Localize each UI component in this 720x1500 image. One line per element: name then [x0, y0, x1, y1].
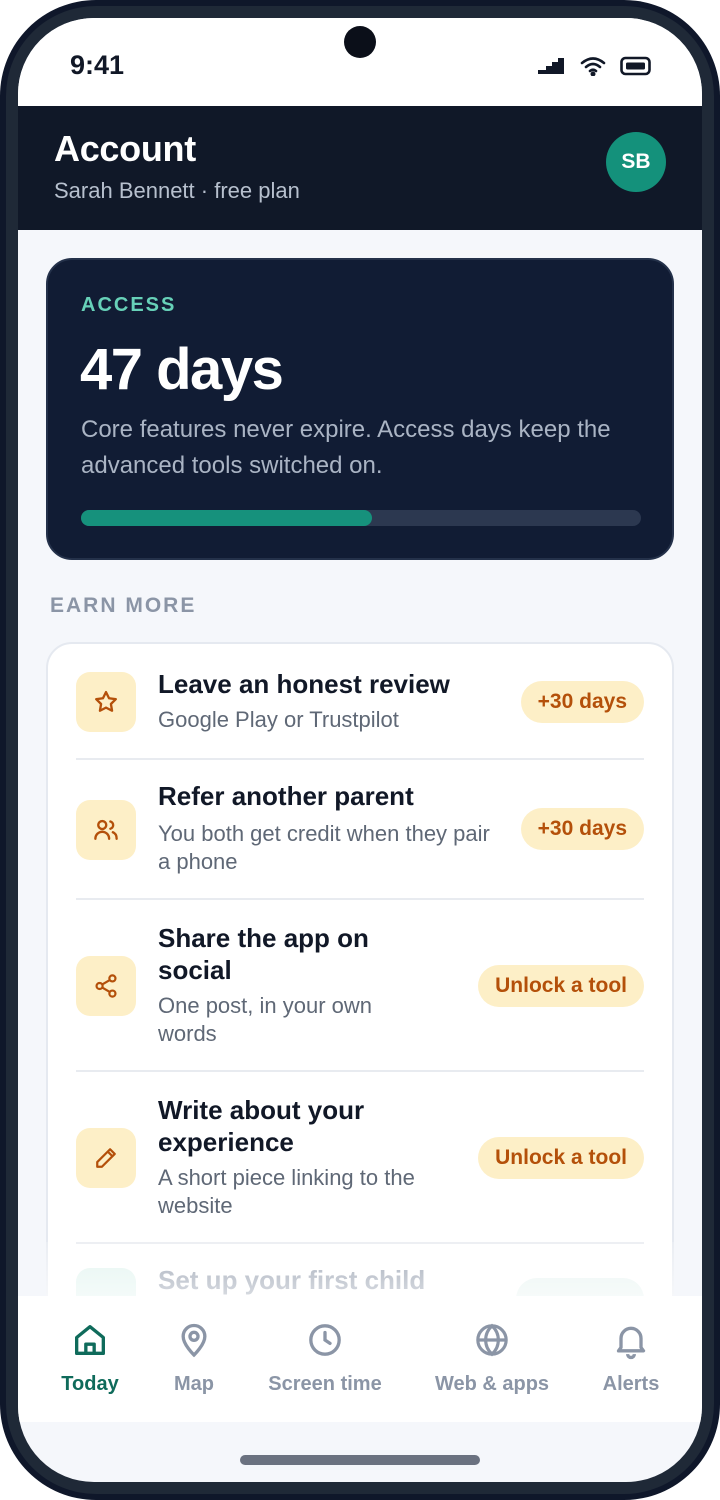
share-icon	[76, 956, 136, 1016]
earn-item-title: Refer another parent	[158, 781, 414, 811]
nav-label: Map	[174, 1373, 214, 1395]
phone-frame: 9:41 Account Sarah Bennett · free plan S…	[0, 0, 720, 1500]
account-subtitle: Sarah Bennett · free plan	[54, 178, 300, 203]
access-card: ACCESS 47 days Core features never expir…	[46, 258, 674, 560]
app-header: Account Sarah Bennett · free plan SB	[18, 106, 702, 230]
map-pin-icon	[174, 1296, 214, 1365]
reward-badge: Unlock a tool	[478, 965, 644, 1007]
globe-icon	[472, 1296, 512, 1365]
access-label: ACCESS	[81, 294, 177, 316]
earn-item-write[interactable]: Write about your experience A short piec…	[76, 1072, 644, 1244]
front-camera	[344, 26, 376, 58]
avatar[interactable]: SB	[606, 132, 666, 192]
earn-item-title: Write about your experience	[158, 1095, 365, 1157]
access-progress-bar	[81, 510, 641, 526]
earn-item-refer[interactable]: Refer another parent You both get credit…	[76, 760, 644, 900]
users-icon	[76, 800, 136, 860]
earn-item-title: Share the app on social	[158, 923, 369, 985]
reward-badge: +30 days	[520, 808, 644, 850]
pencil-icon	[76, 1128, 136, 1188]
nav-item-today[interactable]: Today	[44, 1296, 136, 1422]
home-indicator[interactable]	[240, 1455, 480, 1465]
earn-item-description: A short piece linking to the website	[158, 1165, 415, 1218]
bottom-navigation: Today Map Screen time Web & apps Alerts	[18, 1296, 702, 1422]
earn-item-title: Set up your first child	[158, 1265, 426, 1295]
nav-label: Web & apps	[434, 1373, 550, 1395]
reward-badge: +30 days	[520, 681, 644, 723]
star-icon	[76, 672, 136, 732]
page-title: Account	[54, 128, 196, 169]
wifi-icon	[580, 56, 606, 76]
home-icon	[70, 1296, 110, 1365]
bell-icon	[611, 1296, 651, 1365]
clock-icon	[305, 1296, 345, 1365]
access-days: 47 days	[80, 337, 284, 402]
earn-item-share[interactable]: Share the app on social One post, in you…	[76, 900, 644, 1072]
earn-item-description: Google Play or Trustpilot	[158, 707, 399, 732]
earn-item-description: You both get credit when they pair a pho…	[158, 821, 490, 874]
nav-label: Today	[61, 1373, 119, 1395]
nav-item-alerts[interactable]: Alerts	[588, 1296, 674, 1422]
status-time: 9:41	[70, 50, 125, 80]
nav-label: Alerts	[602, 1373, 660, 1395]
earn-item-title: Leave an honest review	[158, 669, 450, 699]
status-icons	[536, 56, 652, 76]
battery-icon	[620, 56, 652, 76]
reward-badge: Unlock a tool	[478, 1137, 644, 1179]
earn-item-review[interactable]: Leave an honest review Google Play or Tr…	[76, 644, 644, 760]
nav-label: Screen time	[268, 1373, 382, 1395]
nav-item-map[interactable]: Map	[154, 1296, 234, 1422]
access-description: Core features never expire. Access days …	[81, 416, 611, 479]
earn-item-description: One post, in your own words	[158, 993, 373, 1046]
earn-more-heading: EARN MORE	[50, 594, 197, 617]
access-progress-fill	[81, 510, 373, 526]
nav-item-screen-time[interactable]: Screen time	[255, 1296, 395, 1422]
phone-screen: 9:41 Account Sarah Bennett · free plan S…	[18, 18, 702, 1482]
earn-more-card: Leave an honest review Google Play or Tr…	[46, 642, 674, 1342]
signal-icon	[536, 56, 566, 76]
nav-item-web-apps[interactable]: Web & apps	[422, 1296, 562, 1422]
